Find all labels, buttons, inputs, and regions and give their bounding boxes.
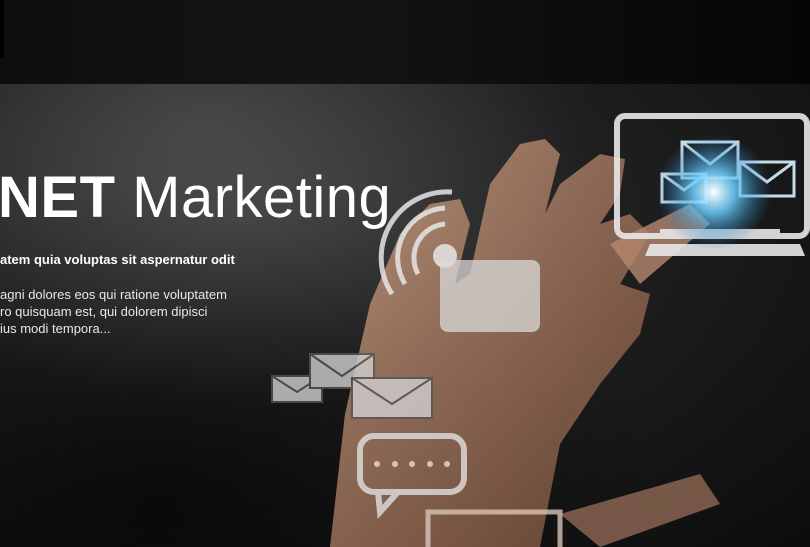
hero-title-bold: NET xyxy=(0,165,116,230)
hero-title-light: Marketing xyxy=(132,165,392,230)
description-line: agni dolores eos qui ratione voluptatem xyxy=(0,287,227,302)
description-line: ro quisquam est, qui dolorem dipisci xyxy=(0,304,208,319)
glow-effect xyxy=(656,134,772,250)
card-icon xyxy=(440,260,540,332)
hero-subtitle: atem quia voluptas sit aspernatur odit xyxy=(0,252,235,267)
hero-title: NET Marketing xyxy=(0,166,391,230)
top-navigation-bar xyxy=(0,0,810,84)
description-line: ius modi tempora... xyxy=(0,321,111,336)
hero-description: agni dolores eos qui ratione voluptatem … xyxy=(0,286,227,337)
hero-banner: NET Marketing atem quia voluptas sit asp… xyxy=(0,84,810,547)
nav-edge xyxy=(0,0,4,58)
